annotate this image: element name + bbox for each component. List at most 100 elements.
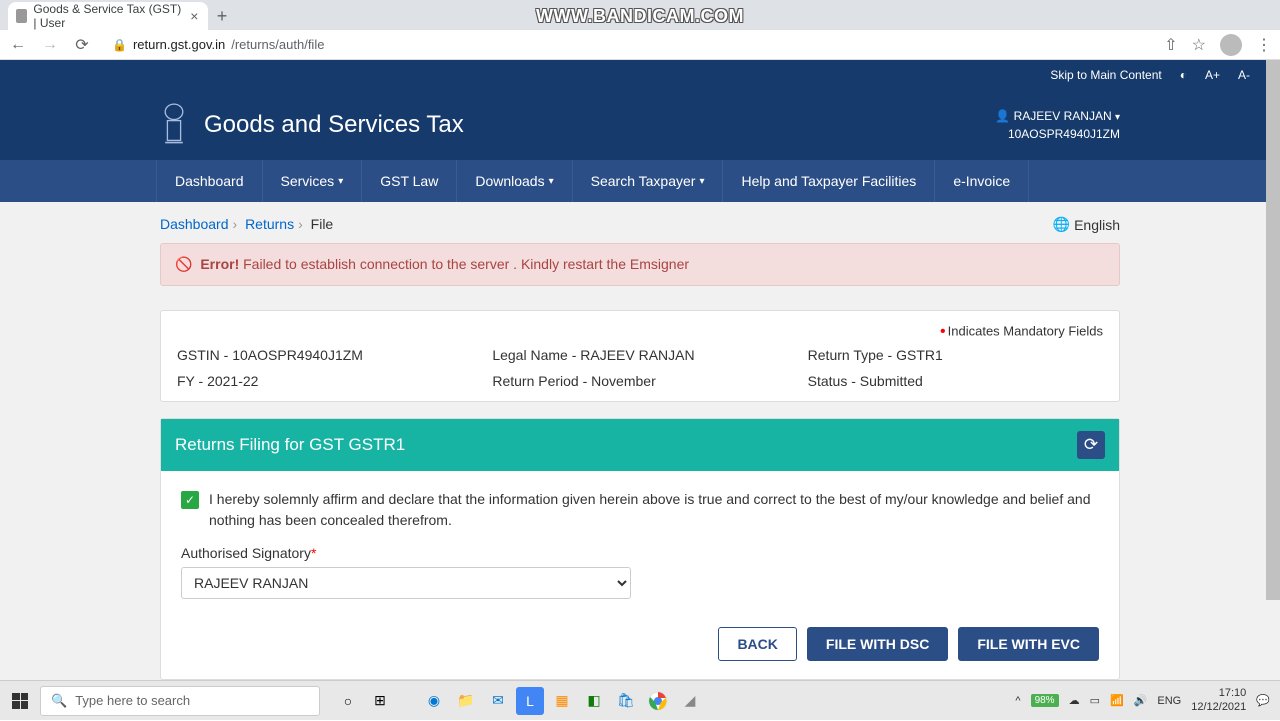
forward-icon[interactable]: → [40,35,60,55]
refresh-button[interactable]: ⟳ [1077,431,1105,459]
cloud-icon[interactable]: ☁ [1069,694,1080,707]
language-indicator[interactable]: ENG [1157,695,1181,707]
chrome-icon[interactable] [644,687,672,715]
file-evc-button[interactable]: FILE WITH EVC [958,627,1099,661]
lock-icon: 🔒 [112,38,127,52]
clock-date: 12/12/2021 [1191,701,1246,714]
user-name: RAJEEV RANJAN [1014,109,1112,123]
mandatory-note: •Indicates Mandatory Fields [177,323,1103,341]
filing-panel: Returns Filing for GST GSTR1 ⟳ ✓ I hereb… [160,418,1120,680]
volume-icon[interactable]: 🔊 [1134,694,1148,707]
store-icon[interactable]: 🛍 [612,687,640,715]
app-icon-green[interactable]: ◧ [580,687,608,715]
crumb-dashboard[interactable]: Dashboard [160,216,229,232]
site-header: Goods and Services Tax 👤 RAJEEV RANJAN ▾… [0,90,1280,160]
explorer-icon[interactable]: 📁 [452,687,480,715]
page: Skip to Main Content ◐ A+ A- Goods and S… [0,60,1280,680]
skip-link[interactable]: Skip to Main Content [1050,68,1161,82]
error-title: Error! [200,256,239,272]
menu-icon[interactable]: ⋮ [1256,35,1272,55]
url-path: /returns/auth/file [231,37,324,52]
nav-help-label: Help and Taxpayer Facilities [741,173,916,189]
profile-icon[interactable] [1220,34,1242,56]
edge-icon[interactable]: ◉ [420,687,448,715]
tray-chevron-icon[interactable]: ^ [1015,695,1020,707]
url-domain: return.gst.gov.in [133,37,225,52]
app-icon-grey[interactable]: ◢ [676,687,704,715]
watermark: WWW.BANDICAM.COM [536,6,744,27]
user-gstin: 10AOSPR4940J1ZM [995,125,1120,143]
crumb-returns[interactable]: Returns [245,216,294,232]
signatory-label: Authorised Signatory* [181,545,1099,561]
font-decrease[interactable]: A- [1238,68,1250,82]
filing-header: Returns Filing for GST GSTR1 ⟳ [161,419,1119,471]
contrast-icon[interactable]: ◐ [1180,68,1187,82]
app-icon-orange[interactable]: ▦ [548,687,576,715]
scrollbar-thumb[interactable] [1266,60,1280,600]
nav-dashboard[interactable]: Dashboard [156,160,263,202]
page-scrollbar[interactable] [1266,60,1280,680]
system-tray: ^ 98% ☁ ▭ 📶 🔊 ENG 17:10 12/12/2021 💬 [1015,687,1280,713]
info-fy: FY - 2021-22 [177,373,472,389]
share-icon[interactable]: ⇧ [1164,35,1177,55]
info-grid: GSTIN - 10AOSPR4940J1ZM Legal Name - RAJ… [177,347,1103,389]
signatory-select[interactable]: RAJEEV RANJAN [181,567,631,599]
browser-tab[interactable]: Goods & Service Tax (GST) | User × [8,2,208,30]
refresh-icon: ⟳ [1084,435,1098,455]
site-title: Goods and Services Tax [204,111,464,139]
nav-einvoice[interactable]: e-Invoice [935,160,1029,202]
new-tab-button[interactable]: + [208,2,236,30]
tab-title: Goods & Service Tax (GST) | User [33,2,182,30]
nav-help[interactable]: Help and Taxpayer Facilities [723,160,935,202]
content-area: Dashboard› Returns› File 🌐 English 🚫 Err… [0,202,1280,680]
tab-close-icon[interactable]: × [189,9,200,23]
notifications-icon[interactable]: 💬 [1256,694,1270,707]
info-legal-name: Legal Name - RAJEEV RANJAN [492,347,787,363]
font-increase[interactable]: A+ [1205,68,1220,82]
network-icon[interactable]: ▭ [1090,694,1100,707]
nav-downloads[interactable]: Downloads▾ [457,160,572,202]
language-selector[interactable]: 🌐 English [1053,216,1120,233]
declaration-text: I hereby solemnly affirm and declare tha… [209,489,1099,531]
nav-search-taxpayer[interactable]: Search Taxpayer▾ [573,160,724,202]
app-icon-l[interactable]: L [516,687,544,715]
info-gstin: GSTIN - 10AOSPR4940J1ZM [177,347,472,363]
globe-icon: 🌐 [1053,216,1070,233]
accessibility-bar: Skip to Main Content ◐ A+ A- [0,60,1280,90]
battery-indicator[interactable]: 98% [1031,694,1059,707]
breadcrumb: Dashboard› Returns› File [160,216,333,233]
taskbar-search[interactable]: 🔍 Type here to search [40,686,320,716]
taskbar-separator [398,687,416,715]
taskbar: 🔍 Type here to search ○ ⊞ ◉ 📁 ✉ L ▦ ◧ 🛍 … [0,680,1280,720]
tab-favicon [16,9,27,23]
info-status: Status - Submitted [808,373,1103,389]
error-alert: 🚫 Error! Failed to establish connection … [160,243,1120,286]
back-button[interactable]: BACK [718,627,796,661]
search-icon: 🔍 [51,693,67,709]
language-label: English [1074,217,1120,233]
nav-services-label: Services [281,173,335,189]
user-menu[interactable]: 👤 RAJEEV RANJAN ▾ [995,107,1120,125]
declaration-checkbox[interactable]: ✓ [181,491,199,509]
file-dsc-button[interactable]: FILE WITH DSC [807,627,948,661]
error-message: Failed to establish connection to the se… [243,256,689,272]
user-block: 👤 RAJEEV RANJAN ▾ 10AOSPR4940J1ZM [995,107,1120,143]
wifi-icon[interactable]: 📶 [1110,694,1124,707]
error-icon: 🚫 [175,256,192,272]
back-icon[interactable]: ← [8,35,28,55]
nav-services[interactable]: Services▾ [263,160,363,202]
taskview-icon[interactable]: ⊞ [366,687,394,715]
address-bar[interactable]: 🔒 return.gst.gov.in/returns/auth/file [104,37,1152,52]
nav-gstlaw[interactable]: GST Law [362,160,457,202]
start-button[interactable] [0,681,40,721]
nav-search-label: Search Taxpayer [591,173,696,189]
clock-time: 17:10 [1191,687,1246,700]
breadcrumb-row: Dashboard› Returns› File 🌐 English [160,212,1120,243]
clock[interactable]: 17:10 12/12/2021 [1191,687,1246,713]
filing-body: ✓ I hereby solemnly affirm and declare t… [161,471,1119,679]
mail-icon[interactable]: ✉ [484,687,512,715]
bookmark-icon[interactable]: ☆ [1192,35,1206,55]
reload-icon[interactable]: ⟳ [72,35,92,55]
mandatory-text: Indicates Mandatory Fields [948,323,1103,338]
cortana-icon[interactable]: ○ [334,687,362,715]
